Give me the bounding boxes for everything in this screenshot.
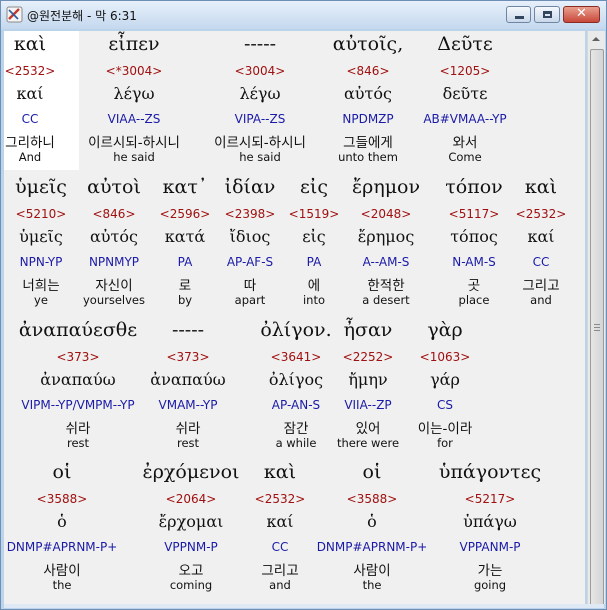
korean-gloss: 쉬라 — [175, 421, 201, 437]
english-gloss: the — [362, 578, 382, 592]
english-gloss: rest — [66, 436, 90, 450]
window-title: @원전분해 - 막 6:31 — [27, 9, 137, 23]
grip-line — [594, 324, 600, 325]
greek-word[interactable]: ----- — [128, 319, 248, 341]
lexical-form: ὑπάγω — [463, 512, 517, 531]
lexical-form: καί — [527, 227, 555, 246]
strongs-number: <3004> — [234, 64, 286, 78]
english-gloss: he said — [113, 150, 155, 164]
lexical-form: γάρ — [430, 370, 460, 389]
morphology-code: VPPANM-P — [459, 540, 521, 554]
lexical-form: λέγω — [113, 84, 155, 103]
lexical-form: δεῦτε — [442, 84, 488, 103]
title-bar[interactable]: @원전분해 - 막 6:31 ✕ — [1, 1, 606, 29]
strongs-number: <1205> — [439, 64, 491, 78]
lexical-form: ἀναπαύω — [150, 370, 226, 389]
english-gloss: and — [530, 293, 552, 307]
strongs-number: <3588> — [36, 492, 88, 506]
minimize-button[interactable] — [506, 6, 531, 23]
greek-word[interactable]: ὑπάγοντες — [430, 461, 550, 483]
close-icon: ✕ — [576, 6, 587, 21]
morphology-code: DNMP#APRNM-P+ — [316, 540, 428, 554]
korean-gloss: 그리고 — [522, 278, 560, 294]
english-gloss: he said — [239, 150, 281, 164]
english-gloss: going — [473, 578, 507, 592]
korean-gloss: 이르시되-하시니 — [214, 135, 306, 151]
window-bottom-edge — [4, 604, 604, 608]
scrollbar-thumb[interactable] — [590, 49, 604, 607]
lexical-form: λέγω — [239, 84, 281, 103]
strongs-number: <5217> — [464, 492, 516, 506]
morphology-code: CC — [532, 255, 550, 269]
strongs-number: <373> — [166, 350, 210, 364]
morphology-code: CS — [437, 398, 453, 412]
korean-gloss: 사람이 — [353, 563, 391, 579]
korean-gloss: 가는 — [477, 563, 503, 579]
morphology-code: AB#VMAA--YP — [423, 112, 507, 126]
scroll-up-arrow-icon[interactable] — [588, 31, 605, 48]
strongs-number: <3588> — [346, 492, 398, 506]
greek-word[interactable]: γὰρ — [385, 319, 505, 341]
morphology-code: VIPM--YP/VMPM--YP — [21, 398, 135, 412]
english-gloss: Come — [448, 150, 482, 164]
morphology-code: VMAM--YP — [158, 398, 218, 412]
maximize-button[interactable] — [534, 6, 560, 23]
morphology-code: VIPA--ZS — [234, 112, 286, 126]
app-window: @원전분해 - 막 6:31 ✕ καὶ <2532> καί CC 그리하니 And εἶ… — [0, 0, 607, 610]
korean-gloss: 와서 — [452, 135, 478, 151]
korean-gloss: 쉬라 — [65, 421, 91, 437]
morphology-code: DNMP#APRNM-P+ — [6, 540, 118, 554]
grip-line — [594, 327, 600, 328]
korean-gloss: 사람이 — [43, 563, 81, 579]
english-gloss: for — [437, 436, 453, 450]
greek-word[interactable]: καὶ — [481, 176, 585, 198]
lexical-form: ὁ — [57, 512, 67, 531]
greek-word[interactable]: ἀναπαύεσθε — [18, 319, 138, 341]
greek-word[interactable]: Δεῦτε — [405, 33, 525, 55]
strongs-number: <2532> — [515, 207, 567, 221]
korean-gloss: 이르시되-하시니 — [88, 135, 180, 151]
greek-word[interactable]: οἱ — [312, 461, 432, 483]
korean-gloss: 이는-이라 — [417, 421, 473, 437]
interlinear-panel: καὶ <2532> καί CC 그리하니 And εἶπεν <*3004> λέγω VIA… — [4, 31, 585, 604]
grip-line — [594, 330, 600, 331]
app-logo-icon — [6, 6, 23, 23]
english-gloss: the — [52, 578, 72, 592]
vertical-scrollbar[interactable] — [587, 31, 605, 607]
greek-word[interactable]: ----- — [200, 33, 320, 55]
lexical-form: ἀναπαύω — [40, 370, 116, 389]
close-button[interactable]: ✕ — [563, 6, 600, 23]
lexical-form: ὁ — [367, 512, 377, 531]
greek-word[interactable]: οἱ — [4, 461, 122, 483]
english-gloss: rest — [176, 436, 200, 450]
greek-word[interactable]: εἶπεν — [74, 33, 194, 55]
strongs-number: <373> — [56, 350, 100, 364]
morphology-code: VIAA--ZS — [107, 112, 161, 126]
strongs-number: <*3004> — [105, 64, 163, 78]
strongs-number: <1063> — [419, 350, 471, 364]
